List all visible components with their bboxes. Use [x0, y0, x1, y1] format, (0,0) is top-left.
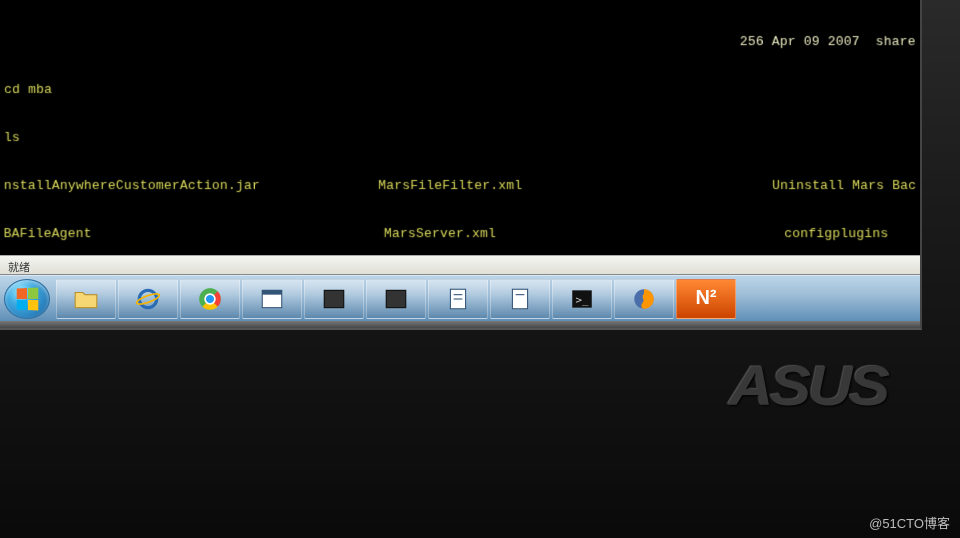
folder-icon	[73, 286, 99, 312]
taskbar-item-app3[interactable]	[366, 279, 426, 319]
taskbar-item-app5[interactable]	[490, 279, 550, 319]
taskbar-item-explorer[interactable]	[56, 279, 116, 319]
windows-logo-icon	[17, 287, 39, 310]
window-icon	[259, 286, 285, 312]
taskbar-item-chrome[interactable]	[180, 279, 240, 319]
watermark: @51CTO博客	[869, 513, 950, 532]
file-col2-1: MarsServer.xml	[384, 226, 784, 242]
start-button[interactable]	[4, 279, 50, 319]
file-col1-0: nstallAnywhereCustomerAction.jar	[4, 178, 378, 194]
file-share: share	[876, 34, 916, 49]
taskbar-item-terminal[interactable]: >_	[552, 279, 612, 319]
screen-area: 256 Apr 09 2007 share cd mba ls nstallAn…	[0, 0, 922, 330]
status-bar: 就绪	[0, 255, 920, 275]
status-text: 就绪	[8, 262, 30, 274]
chrome-icon	[197, 286, 223, 312]
window-dark-icon	[383, 286, 409, 312]
ls-cmd: ls	[4, 130, 916, 146]
screen-bezel	[0, 321, 920, 330]
window-dark-icon	[321, 286, 347, 312]
file-col1-1: BAFileAgent	[4, 226, 384, 242]
svg-text:>_: >_	[576, 293, 590, 306]
page-icon	[445, 286, 471, 312]
taskbar-item-firefox[interactable]	[614, 279, 674, 319]
n2-icon: N²	[695, 287, 716, 310]
monitor-brand-logo: ASUS	[729, 353, 887, 418]
cd-cmd: cd mba	[4, 82, 916, 98]
ie-icon	[135, 286, 161, 312]
cmd-icon: >_	[569, 286, 595, 312]
file-col3-0: Uninstall Mars Bac	[772, 178, 916, 194]
taskbar-item-ie[interactable]	[118, 279, 178, 319]
file-col2-0: MarsFileFilter.xml	[378, 178, 772, 194]
file-meta: 256 Apr 09 2007	[740, 34, 860, 49]
taskbar-item-app4[interactable]	[428, 279, 488, 319]
firefox-icon	[631, 286, 657, 312]
taskbar[interactable]: >_ N²	[0, 275, 920, 321]
taskbar-item-app1[interactable]	[242, 279, 302, 319]
file-col3-1: configplugins	[784, 226, 916, 242]
terminal-window[interactable]: 256 Apr 09 2007 share cd mba ls nstallAn…	[0, 0, 921, 255]
taskbar-item-app2[interactable]	[304, 279, 364, 319]
page-icon	[507, 286, 533, 312]
taskbar-item-n2[interactable]: N²	[676, 279, 736, 319]
